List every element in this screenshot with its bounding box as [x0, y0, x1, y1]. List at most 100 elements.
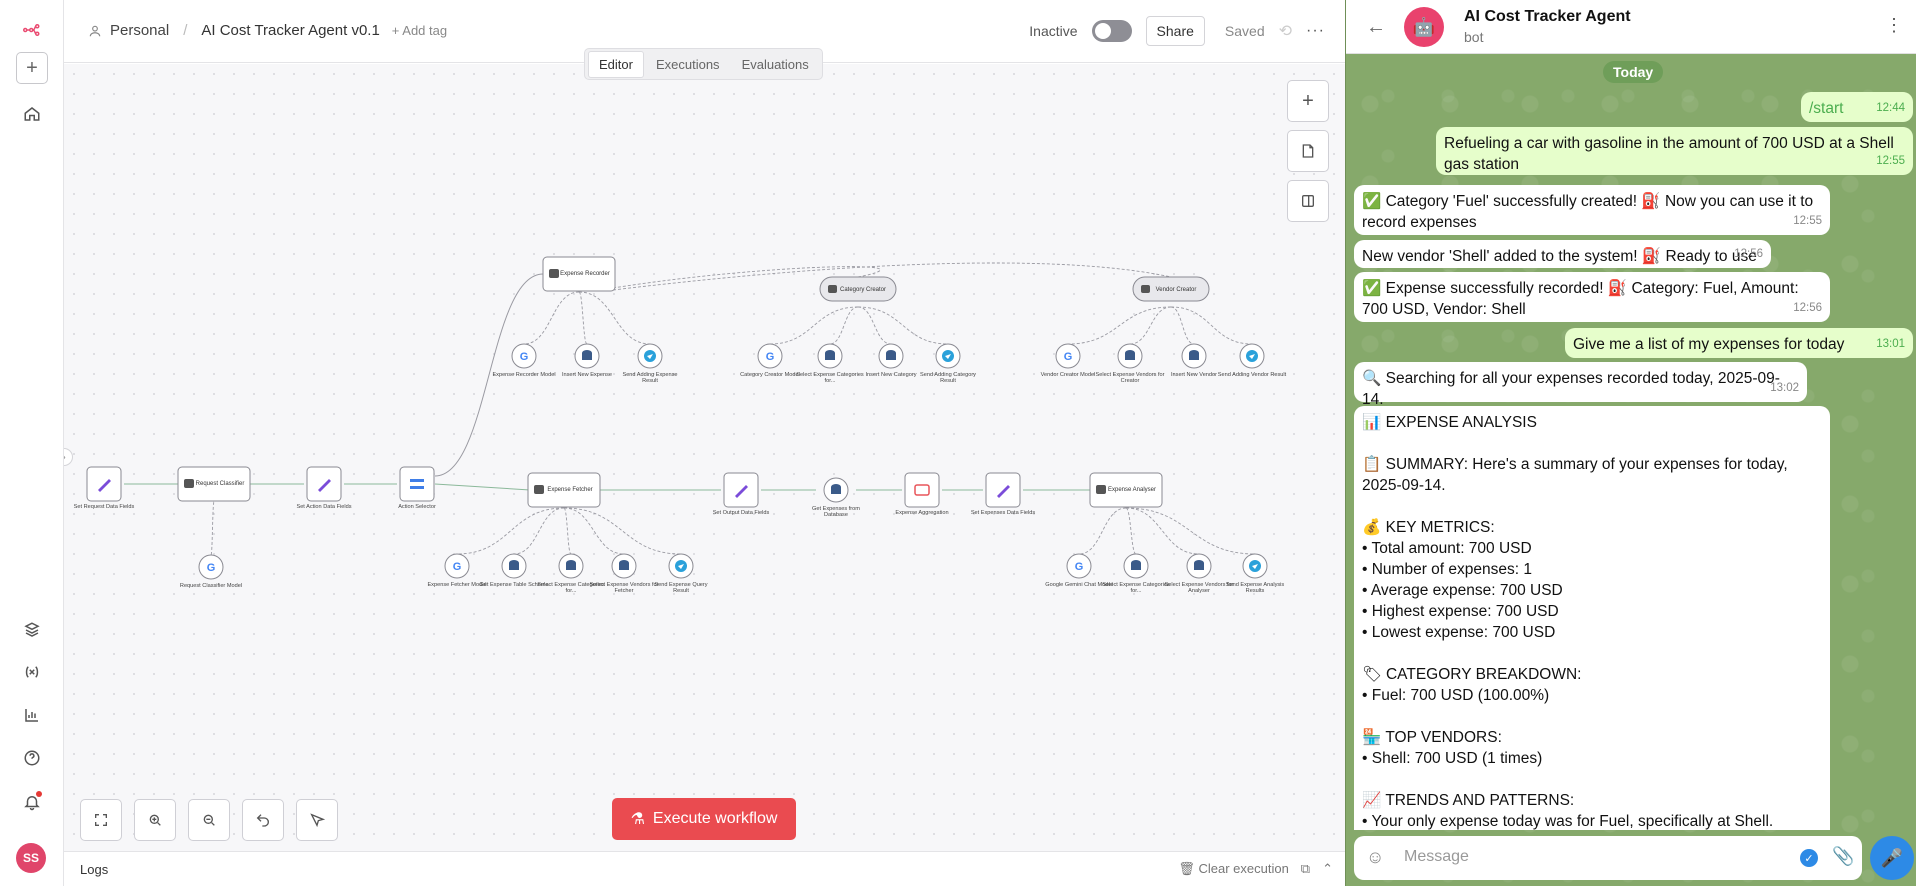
workflow-node[interactable]: Vendor Creator: [1132, 276, 1210, 302]
user-icon: [89, 25, 101, 36]
workflow-node[interactable]: [985, 472, 1021, 508]
chevron-up-icon[interactable]: ⌃: [1322, 861, 1333, 877]
zoom-out-button[interactable]: [188, 799, 230, 841]
toggle-panel-button[interactable]: [1287, 180, 1329, 222]
fit-view-button[interactable]: [80, 799, 122, 841]
workflow-node[interactable]: [668, 553, 694, 579]
active-status-label: Inactive: [1029, 23, 1078, 39]
node-label: Send Adding Vendor Result: [1217, 372, 1287, 378]
n8n-logo-icon[interactable]: [16, 14, 48, 46]
add-button[interactable]: +: [16, 52, 48, 84]
workflow-node[interactable]: [1181, 343, 1207, 369]
share-button[interactable]: Share: [1145, 16, 1205, 46]
workflow-node[interactable]: [306, 466, 342, 502]
project-owner[interactable]: Personal: [110, 22, 169, 39]
message-outgoing[interactable]: Refueling a car with gasoline in the amo…: [1436, 127, 1913, 175]
view-tabs: Editor Executions Evaluations: [584, 48, 823, 80]
execute-workflow-button[interactable]: ⚗ Execute workflow: [612, 798, 796, 840]
workflow-node[interactable]: [823, 477, 849, 503]
workflow-node[interactable]: [86, 466, 122, 502]
workflow-node[interactable]: [817, 343, 843, 369]
svg-text:Vendor Creator: Vendor Creator: [1156, 287, 1197, 293]
add-sticky-note-button[interactable]: [1287, 130, 1329, 172]
breadcrumb: Personal / AI Cost Tracker Agent v0.1 + …: [88, 22, 447, 39]
user-avatar[interactable]: SS: [16, 843, 46, 873]
workflow-node[interactable]: [1186, 553, 1212, 579]
expense-analysis-text: 📊 EXPENSE ANALYSIS 📋 SUMMARY: Here's a s…: [1362, 414, 1788, 830]
tab-editor[interactable]: Editor: [588, 50, 644, 78]
message-incoming[interactable]: 🔍 Searching for all your expenses record…: [1354, 362, 1807, 408]
message-outgoing[interactable]: /start 12:44: [1801, 92, 1913, 122]
bot-status: bot: [1464, 29, 1484, 45]
workflow-node[interactable]: [1242, 553, 1268, 579]
back-arrow-icon[interactable]: ←: [1366, 16, 1386, 39]
home-icon[interactable]: [16, 98, 48, 130]
check-icon[interactable]: ✓: [1800, 849, 1818, 867]
zoom-in-button[interactable]: [134, 799, 176, 841]
workflow-node[interactable]: [501, 553, 527, 579]
tab-evaluations[interactable]: Evaluations: [732, 52, 819, 77]
workflow-node[interactable]: [1117, 343, 1143, 369]
workflow-node[interactable]: G: [198, 554, 224, 580]
help-icon[interactable]: [16, 742, 48, 774]
chat-menu-icon[interactable]: ⋮: [1885, 15, 1903, 36]
more-options-icon[interactable]: ···: [1306, 22, 1325, 40]
svg-text:G: G: [1075, 561, 1084, 573]
workflow-node[interactable]: [878, 343, 904, 369]
message-outgoing[interactable]: Give me a list of my expenses for today …: [1565, 328, 1913, 358]
emoji-icon[interactable]: ☺: [1366, 847, 1384, 868]
telegram-chat-panel: ← 🤖 AI Cost Tracker Agent bot ⋮ Today /s…: [1345, 0, 1916, 886]
workflow-node[interactable]: [904, 472, 940, 508]
svg-text:G: G: [766, 351, 775, 363]
message-incoming[interactable]: New vendor 'Shell' added to the system! …: [1354, 240, 1771, 268]
workflow-node[interactable]: G: [757, 343, 783, 369]
workflow-canvas[interactable]: Request Classifier G Expense Recorder G Cate…: [64, 64, 1345, 851]
workflow-node[interactable]: [574, 343, 600, 369]
message-incoming[interactable]: ✅ Expense successfully recorded! ⛽ Categ…: [1354, 272, 1830, 322]
message-input[interactable]: ☺ Message ✓ 📎: [1354, 836, 1862, 880]
bot-avatar[interactable]: 🤖: [1404, 7, 1444, 47]
workflow-node[interactable]: Category Creator: [819, 276, 897, 302]
workflow-node[interactable]: Request Classifier: [177, 466, 251, 502]
insights-icon[interactable]: [16, 699, 48, 731]
workflow-node[interactable]: [399, 466, 435, 502]
microphone-icon[interactable]: 🎤: [1870, 836, 1914, 880]
workflow-node[interactable]: [935, 343, 961, 369]
workflow-node[interactable]: Expense Fetcher: [527, 472, 601, 508]
active-toggle[interactable]: [1091, 20, 1132, 42]
add-node-button[interactable]: +: [1287, 80, 1329, 122]
workflow-node[interactable]: [637, 343, 663, 369]
logs-panel[interactable]: Logs 🗑 Clear execution ⧉ ⌃: [64, 851, 1345, 886]
svg-text:Category Creator: Category Creator: [840, 287, 886, 293]
notifications-icon[interactable]: [16, 786, 48, 818]
history-icon[interactable]: ⟲: [1279, 21, 1292, 41]
workflow-node[interactable]: G: [444, 553, 470, 579]
tidy-up-button[interactable]: [296, 799, 338, 841]
workflow-node[interactable]: G: [511, 343, 537, 369]
tab-executions[interactable]: Executions: [646, 52, 730, 77]
message-incoming[interactable]: ✅ Category 'Fuel' successfully created! …: [1354, 185, 1830, 235]
workflow-node[interactable]: [1239, 343, 1265, 369]
popout-icon[interactable]: ⧉: [1301, 861, 1310, 877]
clear-execution-button[interactable]: 🗑 Clear execution: [1178, 861, 1288, 877]
add-tag-button[interactable]: + Add tag: [392, 23, 447, 38]
workflow-node[interactable]: [723, 472, 759, 508]
undo-button[interactable]: [242, 799, 284, 841]
left-sidebar: + SS: [0, 0, 64, 886]
workflow-node[interactable]: Expense Analyser: [1089, 472, 1163, 508]
templates-icon[interactable]: [16, 614, 48, 646]
node-label: Send Adding Expense Result: [622, 372, 678, 385]
workflow-node[interactable]: G: [1066, 553, 1092, 579]
attach-icon[interactable]: 📎: [1832, 846, 1854, 867]
node-label: Request Classifier Model: [179, 583, 243, 589]
workflow-node[interactable]: Expense Recorder: [542, 256, 616, 292]
workflow-node[interactable]: [1123, 553, 1149, 579]
workflow-name[interactable]: AI Cost Tracker Agent v0.1: [201, 22, 379, 39]
variables-icon[interactable]: [16, 656, 48, 688]
bot-name[interactable]: AI Cost Tracker Agent: [1464, 8, 1631, 26]
node-label: Vendor Creator Model: [1040, 372, 1096, 378]
workflow-node[interactable]: G: [1055, 343, 1081, 369]
workflow-node[interactable]: [611, 553, 637, 579]
message-incoming[interactable]: 📊 EXPENSE ANALYSIS 📋 SUMMARY: Here's a s…: [1354, 406, 1830, 830]
workflow-node[interactable]: [558, 553, 584, 579]
